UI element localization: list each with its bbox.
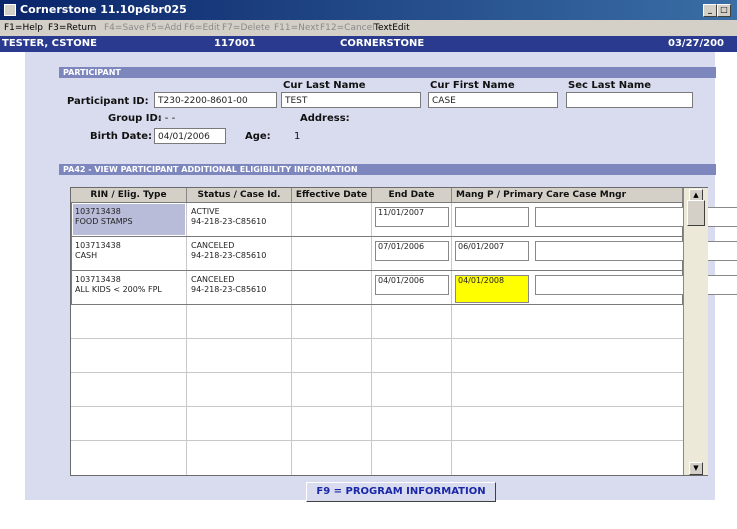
elig-type-cell: ALL KIDS < 200% FPL — [75, 285, 162, 294]
sec-last-name-field[interactable] — [566, 92, 693, 108]
end-date-cell[interactable]: 06/01/2007 — [455, 241, 529, 261]
column-header-manager[interactable]: Mang P / Primary Care Case Mngr — [452, 188, 683, 202]
cur-last-name-label: Cur Last Name — [283, 80, 366, 91]
row-divider — [71, 440, 683, 441]
program-information-button[interactable]: F9 = PROGRAM INFORMATION — [306, 482, 496, 502]
age-label: Age: — [245, 131, 271, 142]
session-info-bar: TESTER, CSTONE 117001 CORNERSTONE 03/27/… — [0, 36, 737, 52]
participant-id-field[interactable]: T230-2200-8601-00 — [154, 92, 277, 108]
eligibility-header: PA42 - VIEW PARTICIPANT ADDITIONAL ELIGI… — [59, 164, 716, 175]
column-header-effective-date[interactable]: Effective Date — [292, 188, 372, 202]
save-menu-item[interactable]: F4=Save — [104, 23, 145, 33]
age-value: 1 — [294, 131, 301, 142]
end-date-cell-highlighted[interactable]: 04/01/2008 — [455, 275, 529, 303]
cancel-menu-item[interactable]: F12=Cancel — [320, 23, 375, 33]
effective-date-cell[interactable]: 11/01/2007 — [375, 207, 449, 227]
status-cell: CANCELED — [191, 275, 235, 284]
window-title-bar: Cornerstone 11.10p6br025 _ □ — [0, 0, 737, 20]
row-divider — [71, 338, 683, 339]
birth-date-label: Birth Date: — [90, 131, 152, 142]
group-id-value: - - - — [158, 113, 176, 124]
textedit-menu-item[interactable]: TextEdit — [374, 23, 410, 33]
help-menu-item[interactable]: F1=Help — [4, 23, 43, 33]
elig-type-cell: FOOD STAMPS — [75, 217, 133, 226]
case-id-cell: 94-218-23-C85610 — [191, 217, 267, 226]
grid-scrollbar[interactable]: ▲ ▼ — [683, 188, 708, 475]
column-header-status[interactable]: Status / Case Id. — [187, 188, 292, 202]
minimize-button[interactable]: _ — [703, 4, 717, 17]
cur-first-name-label: Cur First Name — [430, 80, 515, 91]
maximize-button[interactable]: □ — [717, 4, 731, 17]
address-label: Address: — [300, 113, 350, 124]
window-title: Cornerstone 11.10p6br025 — [20, 3, 187, 16]
end-date-cell[interactable] — [455, 207, 529, 227]
row-divider — [71, 406, 683, 407]
participant-id-label: Participant ID: — [67, 96, 149, 107]
add-menu-item[interactable]: F5=Add — [146, 23, 182, 33]
return-menu-item[interactable]: F3=Return — [48, 23, 96, 33]
session-number: 117001 — [214, 38, 256, 49]
effective-date-cell[interactable]: 07/01/2006 — [375, 241, 449, 261]
case-id-cell: 94-218-23-C85610 — [191, 285, 267, 294]
system-name: CORNERSTONE — [340, 38, 425, 49]
column-header-end-date[interactable]: End Date — [372, 188, 452, 202]
eligibility-grid: RIN / Elig. Type Status / Case Id. Effec… — [70, 187, 737, 476]
rin-cell: 103713438 — [75, 241, 121, 250]
column-header-rin[interactable]: RIN / Elig. Type — [71, 188, 187, 202]
birth-date-field[interactable]: 04/01/2006 — [154, 128, 226, 144]
cur-first-name-field[interactable]: CASE — [428, 92, 558, 108]
user-name: TESTER, CSTONE — [2, 38, 97, 49]
scroll-thumb[interactable] — [687, 200, 705, 226]
edit-menu-item[interactable]: F6=Edit — [184, 23, 220, 33]
scroll-down-button[interactable]: ▼ — [689, 462, 703, 475]
effective-date-cell[interactable]: 04/01/2006 — [375, 275, 449, 295]
rin-cell: 103713438 — [75, 275, 121, 284]
status-cell: CANCELED — [191, 241, 235, 250]
delete-menu-item[interactable]: F7=Delete — [222, 23, 270, 33]
status-cell: ACTIVE — [191, 207, 220, 216]
participant-header: PARTICIPANT — [59, 67, 716, 78]
function-key-bar: F1=Help F3=Return F4=Save F5=Add F6=Edit… — [0, 20, 737, 36]
rin-cell: 103713438 — [75, 207, 121, 216]
next-menu-item[interactable]: F11=Next — [274, 23, 319, 33]
row-divider — [71, 372, 683, 373]
elig-type-cell: CASH — [75, 251, 98, 260]
session-date: 03/27/200 — [668, 38, 725, 49]
group-id-label: Group ID: — [108, 113, 162, 124]
cur-last-name-field[interactable]: TEST — [281, 92, 421, 108]
case-id-cell: 94-218-23-C85610 — [191, 251, 267, 260]
app-icon — [4, 4, 16, 16]
sec-last-name-label: Sec Last Name — [568, 80, 652, 91]
